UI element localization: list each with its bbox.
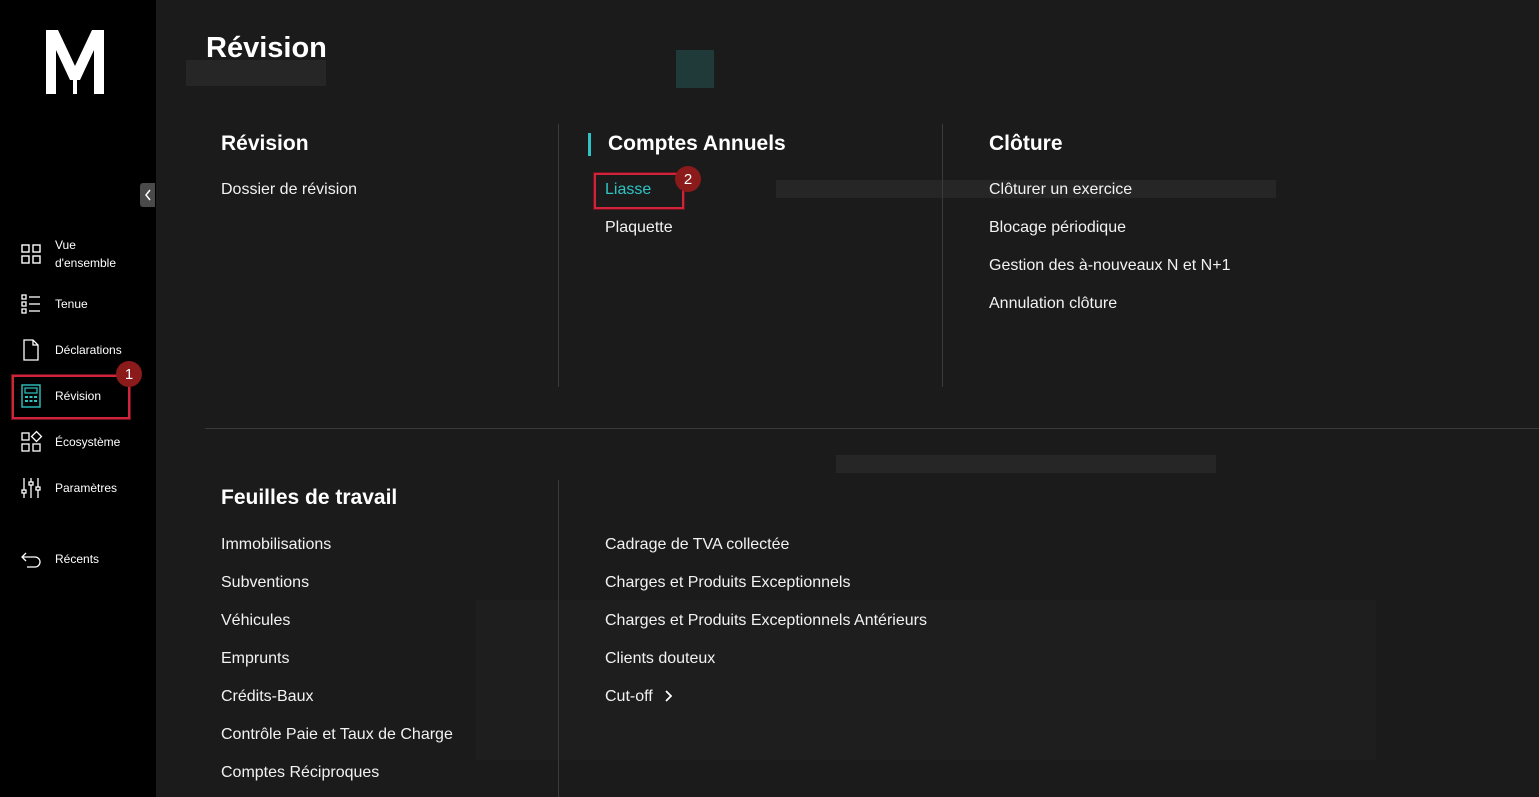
section-title-revision: Révision	[221, 132, 309, 155]
sidebar-item-recents[interactable]: Récents	[12, 547, 128, 571]
link-clients-douteux[interactable]: Clients douteux	[605, 650, 715, 668]
link-cut-off-label: Cut-off	[605, 688, 653, 705]
mega-menu-panel: Révision Révision Dossier de révision Co…	[156, 0, 1539, 797]
sidebar-label-line2: d'ensemble	[55, 256, 116, 270]
link-vehicules[interactable]: Véhicules	[221, 612, 290, 630]
back-arrow-icon	[21, 552, 41, 568]
sidebar-item-label: Déclarations	[55, 343, 122, 357]
link-cadrage-tva[interactable]: Cadrage de TVA collectée	[605, 536, 789, 554]
sidebar-item-revision[interactable]: Révision	[12, 384, 128, 408]
link-liasse[interactable]: Liasse	[605, 181, 651, 199]
sidebar-item-label: Écosystème	[55, 435, 121, 449]
link-comptes-reciproques[interactable]: Comptes Réciproques	[221, 764, 379, 782]
sidebar-item-declarations[interactable]: Déclarations	[12, 338, 128, 362]
link-immobilisations[interactable]: Immobilisations	[221, 536, 331, 554]
link-gestion-a-nouveaux[interactable]: Gestion des à-nouveaux N et N+1	[989, 257, 1230, 275]
grid-icon	[21, 244, 41, 264]
section-accent-bar	[588, 133, 591, 156]
link-charges-produits-anterieurs[interactable]: Charges et Produits Exceptionnels Antéri…	[605, 612, 927, 630]
link-controle-paie[interactable]: Contrôle Paie et Taux de Charge	[221, 726, 453, 744]
sidebar-item-label: Vue d'ensemble	[55, 236, 116, 272]
column-divider	[558, 480, 559, 797]
section-title-cloture: Clôture	[989, 132, 1063, 155]
link-blocage-periodique[interactable]: Blocage périodique	[989, 219, 1126, 237]
sidebar-item-vue-ensemble[interactable]: Vue d'ensemble	[12, 236, 128, 272]
list-icon	[21, 294, 40, 314]
calculator-icon	[21, 384, 41, 408]
link-charges-produits-exceptionnels[interactable]: Charges et Produits Exceptionnels	[605, 574, 850, 592]
section-title-feuilles-de-travail: Feuilles de travail	[221, 486, 398, 509]
link-emprunts[interactable]: Emprunts	[221, 650, 289, 668]
step-badge-1: 1	[116, 361, 142, 387]
link-annulation-cloture[interactable]: Annulation clôture	[989, 295, 1117, 313]
sidebar-item-ecosysteme[interactable]: Écosystème	[12, 430, 128, 454]
ecosystem-icon	[21, 430, 43, 452]
chevron-left-icon	[144, 189, 151, 201]
sidebar-label-line1: Vue	[55, 238, 76, 252]
background-ghost	[836, 455, 1216, 473]
link-cut-off[interactable]: Cut-off	[605, 688, 673, 706]
section-title-comptes-annuels: Comptes Annuels	[608, 132, 786, 155]
chevron-right-icon	[665, 690, 673, 702]
sidebar-item-label: Tenue	[55, 297, 88, 311]
link-plaquette[interactable]: Plaquette	[605, 219, 673, 237]
sidebar-item-parametres[interactable]: Paramètres	[12, 476, 128, 500]
link-dossier-revision[interactable]: Dossier de révision	[221, 181, 357, 199]
sidebar-item-label: Paramètres	[55, 481, 118, 495]
collapse-sidebar-button[interactable]	[140, 183, 155, 207]
column-divider	[558, 124, 559, 387]
step-badge-2: 2	[675, 166, 701, 192]
link-subventions[interactable]: Subventions	[221, 574, 309, 592]
link-credits-baux[interactable]: Crédits-Baux	[221, 688, 313, 706]
sidebar-item-tenue[interactable]: Tenue	[12, 292, 128, 316]
sliders-icon	[21, 478, 41, 498]
link-cloturer-exercice[interactable]: Clôturer un exercice	[989, 181, 1132, 199]
sidebar: Vue d'ensemble Tenue Déclarations Révisi…	[0, 0, 156, 797]
sidebar-item-label: Révision	[55, 389, 102, 403]
section-divider	[205, 428, 1539, 429]
sidebar-item-label: Récents	[55, 552, 100, 566]
page-title: Révision	[206, 32, 327, 64]
logo	[46, 30, 104, 94]
document-icon	[23, 339, 39, 361]
column-divider	[942, 124, 943, 387]
background-ghost	[676, 50, 714, 88]
